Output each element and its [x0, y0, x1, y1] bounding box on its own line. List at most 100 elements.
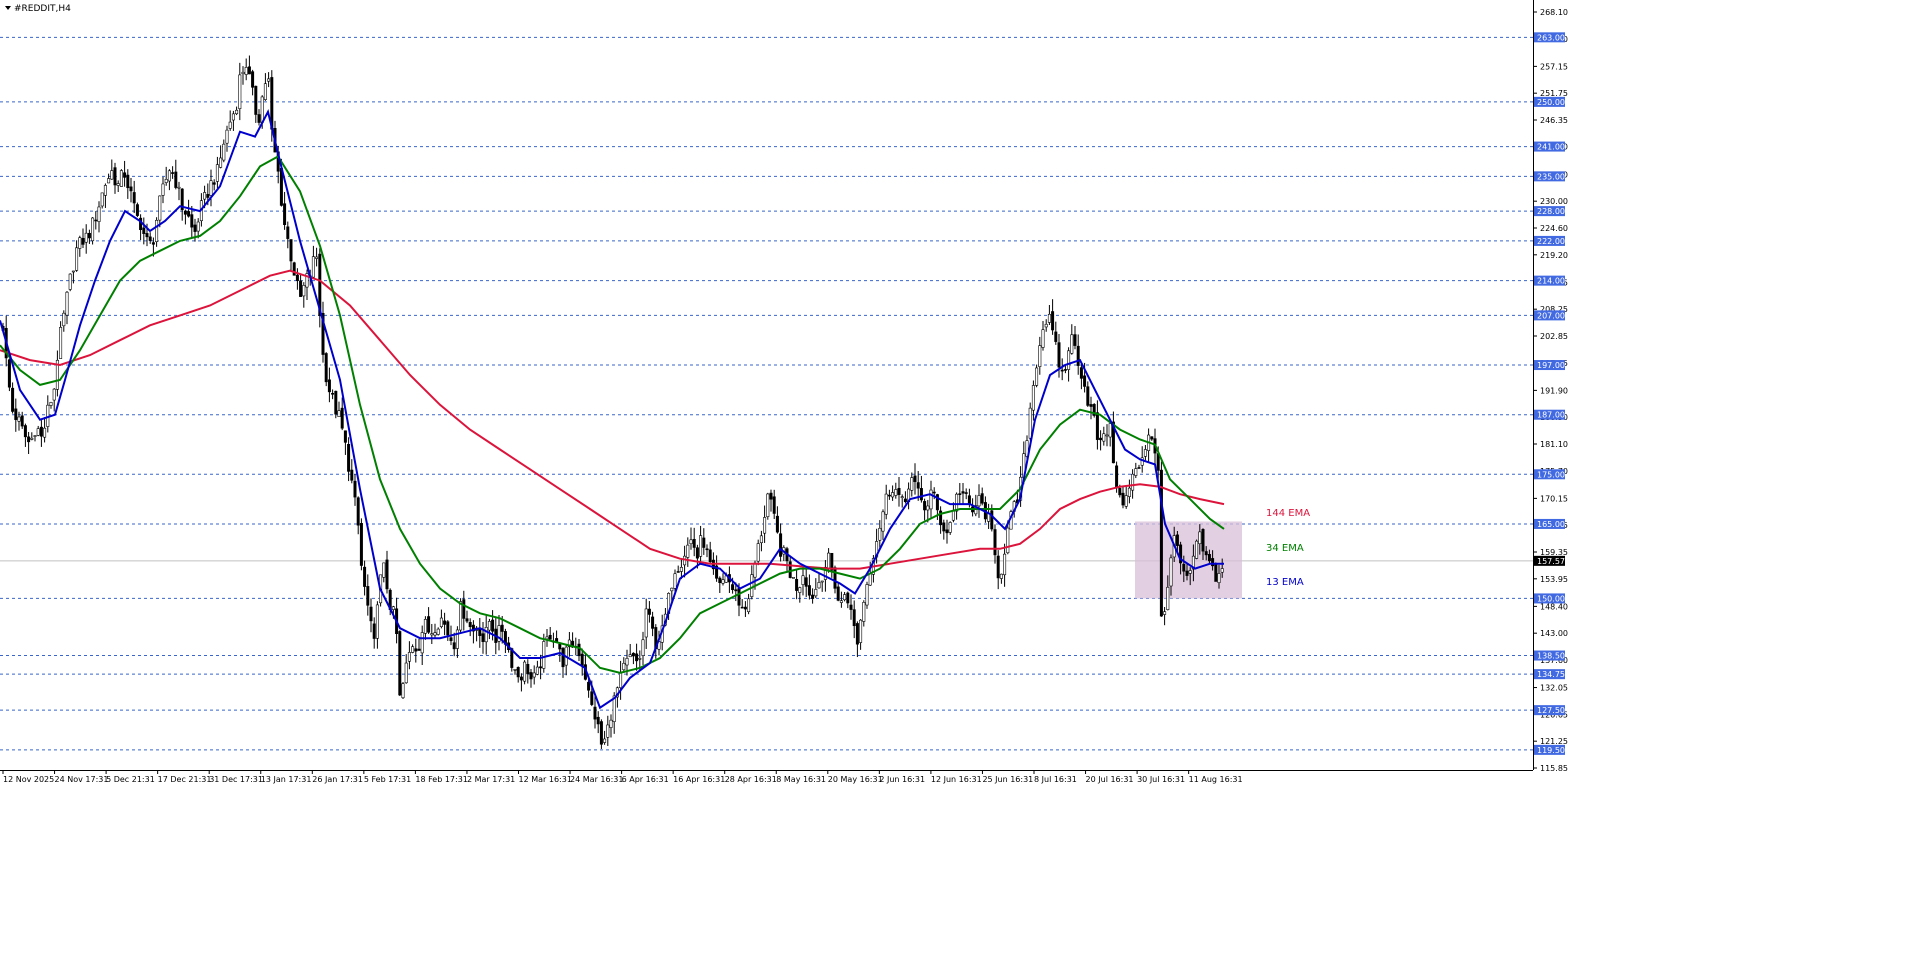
candle-body — [641, 639, 645, 656]
candle-body — [1073, 334, 1077, 346]
candle-body — [465, 618, 469, 622]
candle-body — [107, 178, 111, 184]
y-axis-tick-label: 246.35 — [1540, 116, 1568, 125]
candle-body — [427, 616, 431, 633]
candle-body — [670, 587, 674, 592]
candle-body — [436, 628, 440, 635]
candle-body — [958, 493, 962, 495]
candle-body — [772, 496, 776, 514]
candle-body — [103, 185, 107, 196]
candle-body — [68, 273, 72, 290]
candle-body — [990, 510, 994, 530]
candle-body — [558, 643, 562, 650]
candle-body — [203, 192, 207, 200]
x-axis-tick-label: 12 Jun 16:31 — [931, 775, 982, 784]
candle-body — [961, 491, 965, 494]
level-label: 214.00 — [1537, 277, 1565, 286]
candle-body — [343, 430, 347, 443]
candle-body — [1089, 404, 1093, 407]
candle-body — [926, 505, 930, 511]
candle-body — [145, 233, 149, 238]
level-label: 228.00 — [1537, 207, 1565, 216]
candle-body — [174, 171, 178, 188]
candle-body — [1003, 553, 1007, 576]
candle-body — [334, 390, 338, 415]
candle-body — [311, 256, 315, 278]
candle-body — [452, 642, 456, 650]
candle-body — [331, 392, 335, 395]
candle-body — [500, 624, 504, 632]
candle-body — [951, 510, 955, 521]
candle-body — [1143, 449, 1147, 457]
x-axis-tick-label: 8 May 16:31 — [776, 775, 826, 784]
candle-body — [295, 274, 299, 281]
candle-body — [337, 410, 341, 418]
candle-body — [20, 415, 24, 427]
candle-body — [289, 239, 293, 262]
candle-body — [167, 170, 171, 182]
candle-body — [859, 619, 863, 643]
price-chart[interactable]: 144 EMA34 EMA13 EMA 268.10262.70257.1525… — [0, 0, 1916, 963]
candle-body — [340, 407, 344, 429]
candle-body — [244, 67, 248, 75]
candle-body — [625, 658, 629, 666]
candle-body — [756, 543, 760, 562]
candle-body — [827, 552, 831, 570]
candle-body — [820, 580, 824, 583]
x-axis-tick-label: 24 Nov 17:31 — [55, 775, 109, 784]
symbol-timeframe-label: #REDDIT,H4 — [14, 4, 71, 14]
candle-body — [363, 566, 367, 587]
candle-body — [1150, 436, 1154, 440]
candle-body — [155, 219, 159, 242]
candle-body — [283, 203, 287, 225]
candle-body — [759, 535, 763, 544]
candle-body — [740, 606, 744, 609]
candle-body — [7, 359, 11, 388]
candle-body — [164, 179, 168, 183]
candle-body — [375, 604, 379, 639]
candle-body — [251, 71, 255, 88]
y-axis-tick-label: 219.20 — [1540, 251, 1568, 260]
candle-body — [916, 482, 920, 489]
candle-body — [1105, 434, 1109, 437]
candle-body — [590, 691, 594, 705]
candle-body — [52, 388, 56, 401]
candle-body — [369, 606, 373, 622]
candle-body — [734, 589, 738, 592]
y-axis-tick-label: 132.05 — [1540, 684, 1568, 693]
candle-body — [327, 379, 331, 393]
symbol-header[interactable]: #REDDIT,H4 — [5, 4, 71, 14]
candle-body — [315, 256, 319, 259]
candle-body — [263, 83, 267, 100]
candle-body — [846, 592, 850, 604]
candle-body — [1099, 437, 1103, 441]
candle-body — [254, 85, 258, 115]
candle-body — [903, 498, 907, 502]
candle-body — [187, 211, 191, 217]
candle-body — [1086, 386, 1090, 406]
y-axis-tick-label: 191.90 — [1540, 386, 1568, 395]
candle-body — [299, 280, 303, 297]
candle-body — [366, 586, 370, 606]
x-axis-tick-label: 8 Jul 16:31 — [1034, 775, 1077, 784]
candle-body — [1051, 311, 1055, 331]
last-price-label: 157.57 — [1534, 555, 1565, 566]
candle-body — [699, 535, 703, 557]
candle-body — [97, 206, 101, 222]
candle-body — [347, 444, 351, 472]
candle-body — [257, 114, 261, 123]
candle-body — [324, 353, 328, 383]
candle-body — [62, 312, 66, 327]
candle-body — [631, 652, 635, 657]
candle-body — [692, 538, 696, 548]
candle-body — [596, 716, 600, 725]
candle-body — [967, 495, 971, 505]
candle-body — [446, 621, 450, 636]
level-label: 235.00 — [1537, 172, 1565, 181]
candle-body — [286, 226, 290, 239]
candle-body — [689, 539, 693, 545]
candle-body — [33, 435, 37, 437]
candle-body — [833, 567, 837, 589]
candle-body — [964, 492, 968, 494]
candle-body — [1124, 495, 1128, 507]
